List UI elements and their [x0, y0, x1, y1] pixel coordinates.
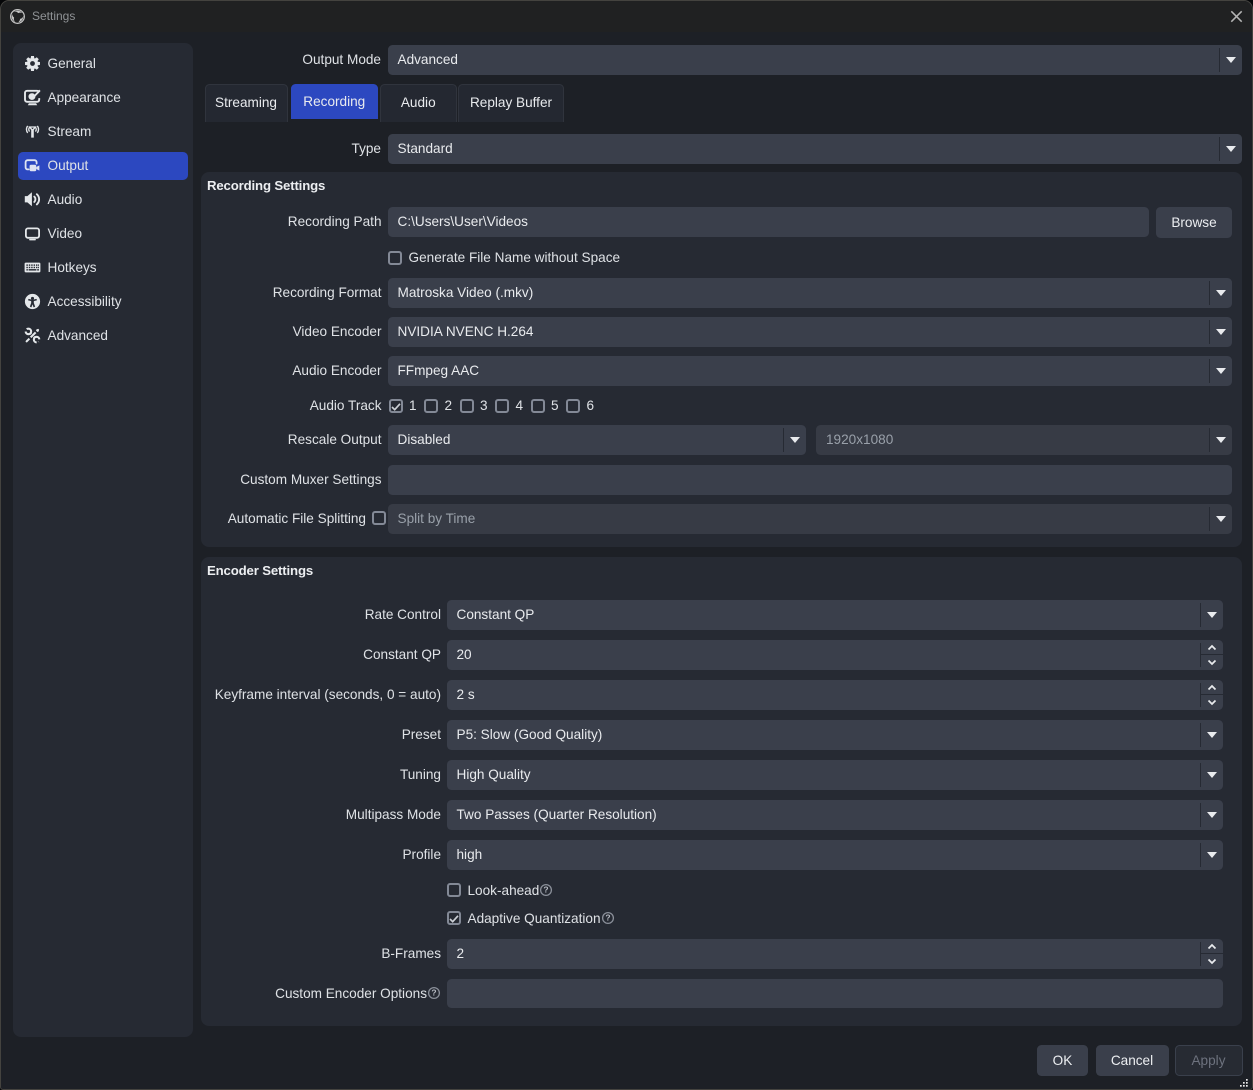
svg-text:?: ? [431, 987, 436, 997]
svg-text:?: ? [544, 885, 549, 895]
svg-text:?: ? [605, 913, 610, 923]
